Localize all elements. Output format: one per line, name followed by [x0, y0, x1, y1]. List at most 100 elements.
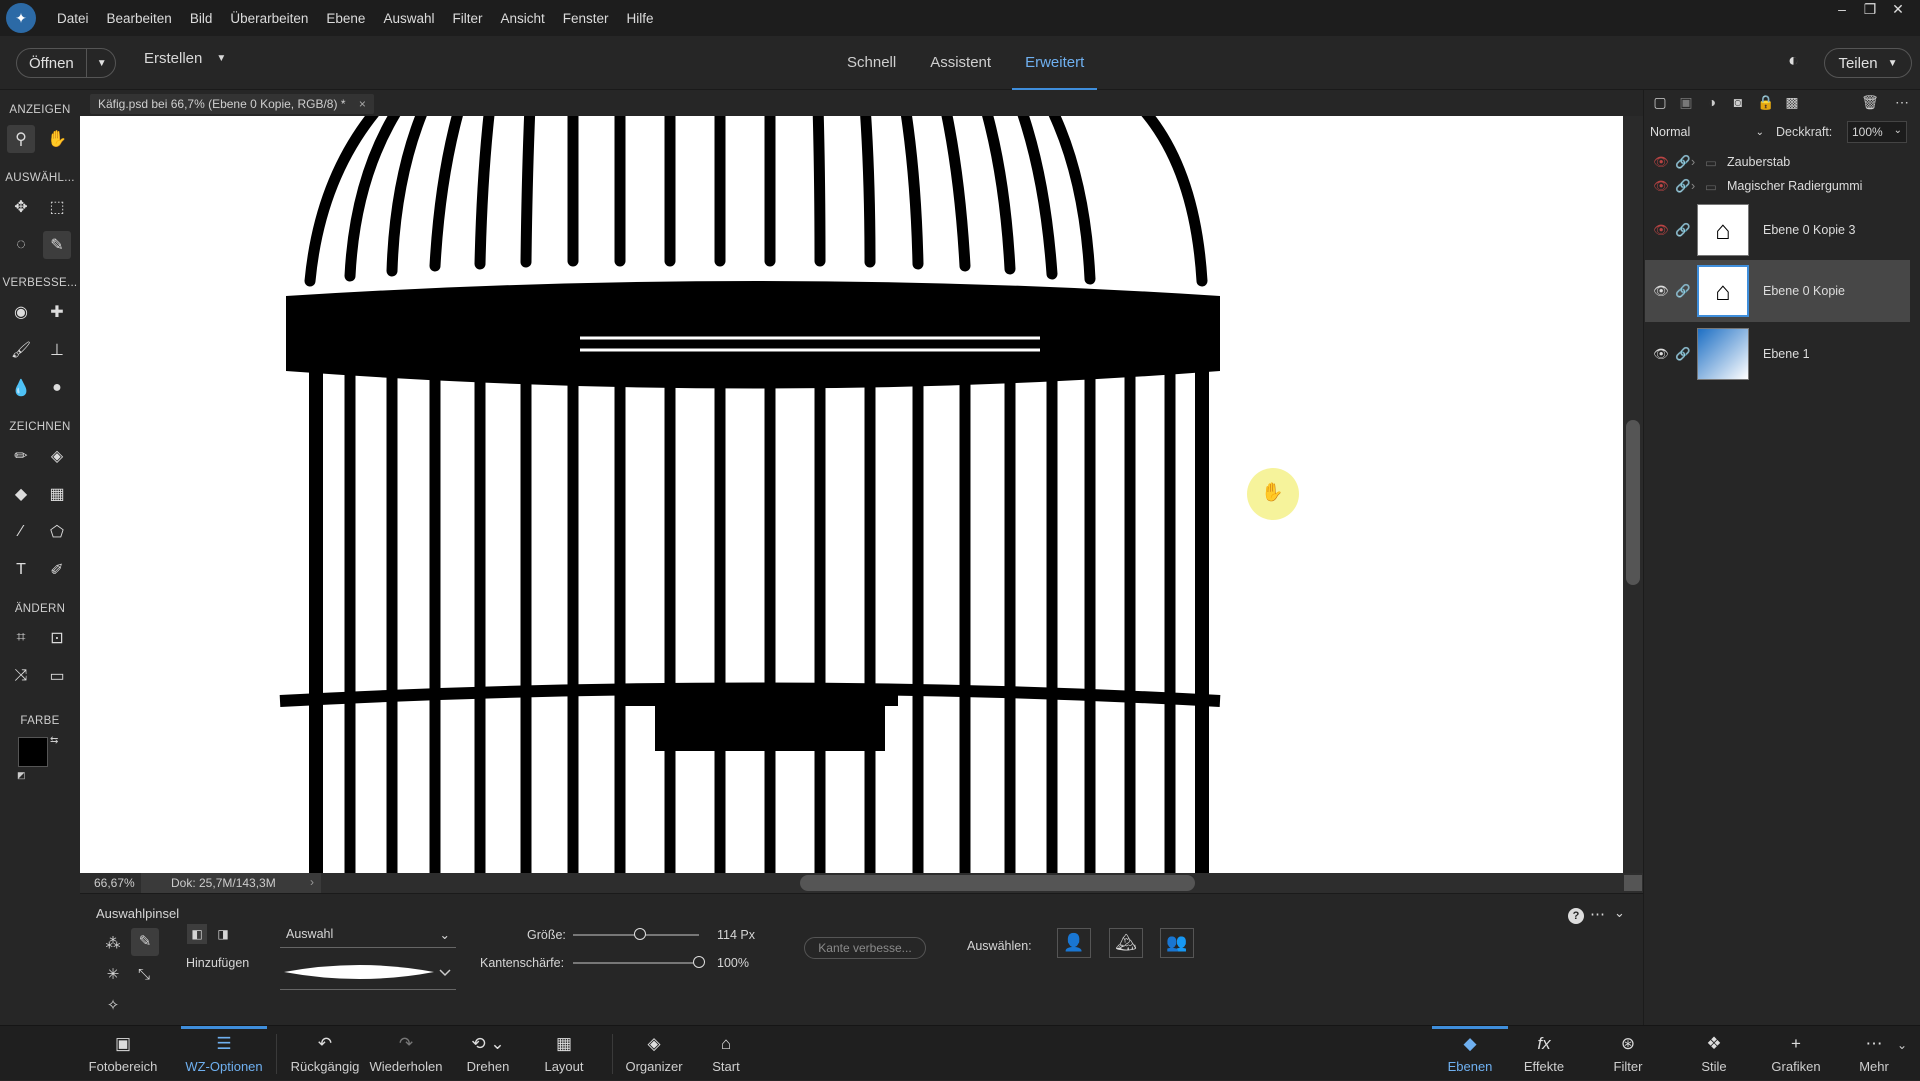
menu-bearbeiten[interactable]: Bearbeiten	[98, 11, 181, 26]
refine-brush-icon[interactable]: ⤡	[131, 962, 157, 988]
zoom-tool-icon[interactable]: ⚲	[7, 125, 35, 153]
add-to-selection-icon[interactable]: ◧	[187, 924, 207, 944]
new-group-icon[interactable]: ▣	[1676, 94, 1696, 114]
menu-datei[interactable]: Datei	[48, 11, 98, 26]
lasso-tool-icon[interactable]: ◌	[7, 231, 35, 259]
menu-fenster[interactable]: Fenster	[554, 11, 618, 26]
selection-brush-icon[interactable]: ✎	[131, 928, 159, 956]
close-tab-icon[interactable]: ×	[359, 97, 366, 111]
restore-icon[interactable]: ❐	[1856, 0, 1884, 20]
tool-options-button[interactable]: ☰ WZ-Optionen	[181, 1026, 267, 1081]
layer-mask-icon[interactable]: ◙	[1728, 94, 1748, 114]
type-tool-icon[interactable]: T	[7, 556, 35, 584]
size-slider-handle[interactable]	[633, 928, 646, 940]
more-button[interactable]: ⋯ Mehr	[1848, 1026, 1900, 1081]
chevron-down-icon[interactable]: ▼	[85, 49, 117, 77]
marquee-tool-icon[interactable]: ⬚	[43, 193, 71, 221]
layer-group-magischer-radiergummi[interactable]: 👁 🔗 › ▭ Magischer Radiergummi	[1645, 175, 1910, 197]
tab-erweitert[interactable]: Erweitert	[1008, 36, 1101, 91]
new-layer-icon[interactable]: ▢	[1650, 94, 1670, 114]
crop-tool-icon[interactable]: ⌗	[7, 624, 35, 652]
lock-all-icon[interactable]: 🔒	[1756, 94, 1776, 114]
link-icon[interactable]: 🔗	[1675, 284, 1697, 299]
organizer-button[interactable]: ◈ Organizer	[622, 1026, 686, 1081]
effects-button[interactable]: fx Effekte	[1516, 1026, 1572, 1081]
swap-colors-icon[interactable]: ⇆	[50, 735, 58, 746]
horizontal-scroll-thumb[interactable]	[800, 875, 1195, 891]
filter-button[interactable]: ⊛ Filter	[1600, 1026, 1656, 1081]
styles-button[interactable]: ❖ Stile	[1688, 1026, 1740, 1081]
size-value[interactable]: 114 Px	[717, 928, 755, 942]
straighten-tool-icon[interactable]: ▭	[43, 662, 71, 690]
layer-group-zauberstab[interactable]: 👁 🔗 › ▭ Zauberstab	[1645, 151, 1910, 173]
foreground-color-swatch[interactable]	[18, 737, 48, 767]
layer-row[interactable]: 👁 🔗 Ebene 1	[1645, 324, 1910, 384]
share-button[interactable]: Teilen ▼	[1824, 48, 1912, 78]
zoom-level[interactable]: 66,67%	[94, 876, 135, 890]
move-tool-icon[interactable]: ✥	[7, 193, 35, 221]
smart-brush-tool-icon[interactable]: 🖌	[7, 336, 35, 364]
blur-tool-icon[interactable]: 💧	[7, 374, 35, 402]
softness-slider[interactable]	[573, 962, 699, 964]
tab-assistent[interactable]: Assistent	[913, 36, 1008, 90]
layout-button[interactable]: ▦ Layout	[536, 1026, 592, 1081]
chevron-right-icon[interactable]: ›	[1691, 179, 1705, 193]
chevron-right-icon[interactable]: ›	[310, 875, 314, 889]
eye-hidden-icon[interactable]: 👁	[1653, 179, 1675, 194]
blend-mode-select[interactable]: Normal ⌄	[1650, 121, 1764, 143]
gradient-tool-icon[interactable]: ▦	[43, 480, 71, 508]
link-icon[interactable]: 🔗	[1675, 347, 1697, 362]
eye-icon[interactable]: 👁	[1653, 284, 1675, 299]
trash-icon[interactable]: 🗑	[1860, 94, 1880, 114]
brush-tool-icon[interactable]: ✏	[7, 442, 35, 470]
close-icon[interactable]: ✕	[1884, 0, 1912, 20]
graphics-button[interactable]: + Grafiken	[1764, 1026, 1828, 1081]
menu-ueberarbeiten[interactable]: Überarbeiten	[221, 11, 317, 26]
more-options-icon[interactable]: ⋯	[1892, 94, 1912, 114]
collapse-icon[interactable]: ⌄	[1614, 905, 1625, 921]
link-icon[interactable]: 🔗	[1675, 179, 1691, 194]
select-sky-icon[interactable]: 🏔	[1109, 928, 1143, 958]
lock-transparency-icon[interactable]: ▩	[1782, 94, 1802, 114]
select-background-icon[interactable]: 👥	[1160, 928, 1194, 958]
document-tab[interactable]: Käfig.psd bei 66,7% (Ebene 0 Kopie, RGB/…	[90, 94, 374, 114]
layer-row[interactable]: 👁 🔗 ⌂ Ebene 0 Kopie 3	[1645, 200, 1910, 260]
image-canvas[interactable]	[80, 116, 1623, 873]
paint-bucket-tool-icon[interactable]: ◆	[7, 480, 35, 508]
brush-preset-picker[interactable]	[280, 956, 456, 990]
shape-tool-icon[interactable]: ⬠	[43, 518, 71, 546]
eye-icon[interactable]: 👁	[1653, 347, 1675, 362]
menu-hilfe[interactable]: Hilfe	[618, 11, 663, 26]
open-button[interactable]: Öffnen ▼	[16, 48, 116, 78]
more-options-icon[interactable]: ⋯	[1590, 905, 1605, 923]
help-icon[interactable]: ?	[1568, 908, 1584, 924]
content-move-tool-icon[interactable]: ⤨	[7, 662, 35, 690]
menu-ebene[interactable]: Ebene	[317, 11, 374, 26]
layers-button[interactable]: ◆ Ebenen	[1432, 1026, 1508, 1081]
clone-stamp-tool-icon[interactable]: ⊥	[43, 336, 71, 364]
menu-bild[interactable]: Bild	[181, 11, 222, 26]
auto-selection-icon[interactable]: ✧	[100, 993, 126, 1019]
red-eye-tool-icon[interactable]: ◉	[7, 298, 35, 326]
photo-bin-button[interactable]: ▣ Fotobereich	[84, 1026, 162, 1081]
theme-toggle-icon[interactable]: ◐	[1788, 50, 1812, 74]
softness-value[interactable]: 100%	[717, 956, 749, 970]
chevron-down-icon[interactable]: ⌄	[1897, 1038, 1907, 1052]
softness-slider-handle[interactable]	[693, 956, 705, 968]
eraser-tool-icon[interactable]: ◈	[43, 442, 71, 470]
eyedropper-tool-icon[interactable]: ⁄	[7, 518, 35, 546]
pencil-tool-icon[interactable]: ✐	[43, 556, 71, 584]
create-button[interactable]: Erstellen ▼	[144, 50, 226, 67]
menu-auswahl[interactable]: Auswahl	[374, 11, 443, 26]
subtract-from-selection-icon[interactable]: ◨	[213, 924, 233, 944]
opacity-field[interactable]: 100% ⌄	[1847, 121, 1907, 143]
eye-hidden-icon[interactable]: 👁	[1653, 155, 1675, 170]
selection-brush-tool-icon[interactable]: ✎	[43, 231, 71, 259]
spot-healing-tool-icon[interactable]: ✚	[43, 298, 71, 326]
mode-select[interactable]: Auswahl ⌄	[280, 922, 456, 948]
recompose-tool-icon[interactable]: ⊡	[43, 624, 71, 652]
link-icon[interactable]: 🔗	[1675, 155, 1691, 170]
sponge-tool-icon[interactable]: ●	[43, 374, 71, 402]
redo-button[interactable]: ↷ Wiederholen	[366, 1026, 446, 1081]
home-button[interactable]: ⌂ Start	[700, 1026, 752, 1081]
